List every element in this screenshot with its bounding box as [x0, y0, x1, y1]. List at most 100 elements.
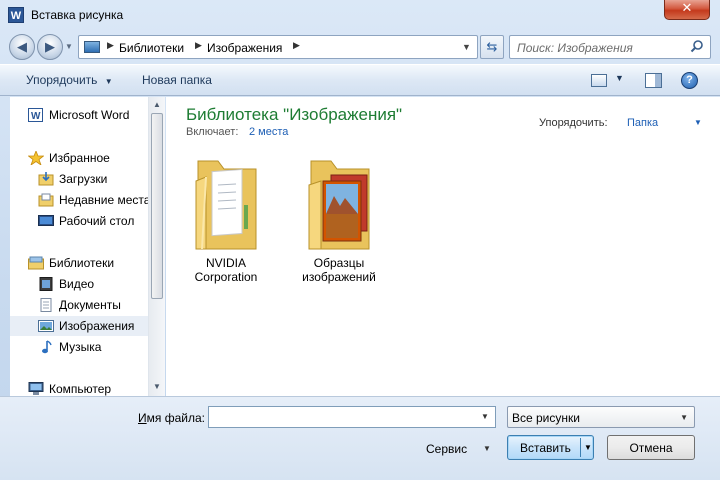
refresh-icon: ⇆: [486, 39, 498, 54]
folder-name: NVIDIA Corporation: [176, 256, 276, 284]
nav-pane-scrollbar[interactable]: ▲ ▼: [148, 97, 165, 396]
preview-pane-icon[interactable]: [645, 73, 662, 88]
breadcrumb-libraries[interactable]: Библиотеки: [119, 41, 184, 55]
help-icon[interactable]: ?: [681, 72, 698, 89]
libraries-icon: [28, 256, 44, 270]
nav-item-microsoft-word[interactable]: W Microsoft Word: [10, 105, 150, 125]
arrange-by-dropdown[interactable]: Папка: [627, 117, 658, 129]
library-title: Библиотека "Изображения": [186, 105, 403, 124]
nav-item-computer[interactable]: Компьютер: [10, 379, 150, 396]
split-divider: [580, 438, 581, 457]
computer-icon: [28, 382, 44, 395]
new-folder-button[interactable]: Новая папка: [142, 73, 212, 87]
nav-item-recent-places[interactable]: Недавние места: [10, 190, 150, 210]
back-button[interactable]: ◀: [9, 34, 35, 60]
nav-item-label: Музыка: [59, 340, 102, 354]
recent-pages-dropdown-icon[interactable]: ▼: [65, 42, 73, 51]
insert-button-label: Вставить: [520, 441, 571, 455]
filename-history-dropdown-icon[interactable]: ▼: [481, 412, 489, 421]
title-bar: W Вставка рисунка ✕: [0, 0, 720, 30]
search-icon[interactable]: [690, 39, 704, 53]
insert-button[interactable]: Вставить ▼: [507, 435, 594, 460]
desktop-icon: [38, 215, 54, 226]
star-icon: [28, 151, 44, 165]
nav-item-favorites[interactable]: Избранное: [10, 148, 150, 168]
nav-item-label: Microsoft Word: [49, 108, 130, 122]
insert-options-dropdown-icon[interactable]: ▼: [584, 443, 592, 452]
downloads-icon: [38, 172, 54, 186]
forward-button[interactable]: ▶: [37, 34, 63, 60]
filename-input[interactable]: [208, 406, 496, 428]
forward-arrow-icon: ▶: [45, 39, 55, 54]
nav-item-label: Загрузки: [59, 172, 108, 186]
nav-item-label: Видео: [59, 277, 95, 291]
scroll-up-arrow-icon[interactable]: ▲: [149, 97, 165, 113]
search-placeholder: Поиск: Изображения: [517, 41, 633, 55]
folder-name: Образцы изображений: [289, 256, 389, 284]
view-options-dropdown-icon[interactable]: ▼: [615, 73, 624, 83]
folder-name-line: Corporation: [194, 270, 258, 284]
nav-item-libraries[interactable]: Библиотеки: [10, 253, 150, 273]
nav-item-music[interactable]: Музыка: [10, 337, 150, 357]
video-icon: [39, 277, 53, 291]
file-list-area: Библиотека "Изображения" Включает: 2 мес…: [166, 97, 720, 396]
library-includes-label: Включает:: [186, 126, 239, 138]
nav-item-documents[interactable]: Документы: [10, 295, 150, 315]
recent-places-icon: [38, 193, 54, 207]
nav-item-desktop[interactable]: Рабочий стол: [10, 211, 150, 231]
svg-text:W: W: [31, 111, 41, 122]
folder-pictures-icon: [308, 160, 370, 250]
search-input[interactable]: Поиск: Изображения: [509, 35, 711, 59]
breadcrumb-separator-icon[interactable]: ▶: [107, 40, 114, 51]
back-arrow-icon: ◀: [17, 39, 27, 54]
library-locations-link[interactable]: 2 места: [249, 126, 288, 138]
documents-icon: [40, 298, 52, 312]
breadcrumb-pictures[interactable]: Изображения: [207, 41, 282, 55]
chevron-down-icon[interactable]: ▼: [694, 118, 702, 127]
nav-item-label: Документы: [59, 298, 121, 312]
nav-item-pictures[interactable]: Изображения: [10, 316, 158, 336]
address-bar[interactable]: ▶ Библиотеки ▶ Изображения ▶ ▼: [78, 35, 478, 59]
file-type-filter-select[interactable]: Все рисунки ▼: [507, 406, 695, 428]
breadcrumb-separator-icon[interactable]: ▶: [195, 40, 202, 51]
nav-item-label: Избранное: [49, 151, 110, 165]
word-doc-icon: W: [28, 108, 43, 122]
refresh-button[interactable]: ⇆: [480, 35, 504, 59]
nav-item-label: Недавние места: [59, 193, 151, 207]
address-history-dropdown-icon[interactable]: ▼: [462, 42, 471, 52]
scrollbar-thumb[interactable]: [151, 113, 163, 299]
dialog-footer: Имя файла: ▼ Все рисунки ▼ Сервис ▼ Вста…: [0, 396, 720, 480]
breadcrumb-separator-icon[interactable]: ▶: [293, 40, 300, 51]
tools-menu-button[interactable]: Сервис: [426, 442, 467, 456]
organize-label: Упорядочить: [26, 73, 98, 87]
nav-item-label: Библиотеки: [49, 256, 115, 270]
cancel-button[interactable]: Отмена: [607, 435, 695, 460]
filename-accesskey: И: [138, 411, 147, 425]
folder-name-line: изображений: [302, 270, 376, 284]
window-title: Вставка рисунка: [31, 8, 124, 22]
change-view-icon[interactable]: [591, 74, 607, 87]
arrange-by-label: Упорядочить:: [539, 117, 608, 129]
folder-documents-icon: [195, 160, 257, 250]
filename-label: Имя файла:: [138, 411, 205, 425]
music-icon: [42, 340, 52, 354]
folder-item-sample-pictures[interactable]: Образцы изображений: [289, 155, 389, 285]
folder-item-nvidia[interactable]: NVIDIA Corporation: [176, 155, 276, 285]
nav-item-label: Компьютер: [49, 382, 112, 396]
scroll-down-arrow-icon[interactable]: ▼: [149, 379, 165, 395]
folder-name-line: Образцы: [313, 256, 365, 270]
command-bar: Упорядочить ▼ Новая папка ▼ ?: [0, 64, 720, 96]
navigation-pane: W Microsoft Word Избранное Загрузки Неда…: [10, 97, 165, 396]
cancel-button-label: Отмена: [629, 441, 673, 455]
chevron-down-icon: ▼: [104, 77, 113, 86]
file-type-filter-value: Все рисунки: [512, 411, 580, 425]
pictures-icon: [38, 320, 54, 332]
word-app-icon: W: [8, 7, 24, 23]
nav-item-video[interactable]: Видео: [10, 274, 150, 294]
organize-button[interactable]: Упорядочить ▼: [26, 73, 113, 87]
folder-name-line: NVIDIA: [205, 256, 246, 270]
nav-item-downloads[interactable]: Загрузки: [10, 169, 150, 189]
close-button[interactable]: ✕: [664, 0, 710, 20]
insert-picture-dialog: W Вставка рисунка ✕ ◀ ▶ ▼ ▶ Библиотеки ▶…: [0, 0, 720, 480]
chevron-down-icon[interactable]: ▼: [483, 444, 491, 453]
